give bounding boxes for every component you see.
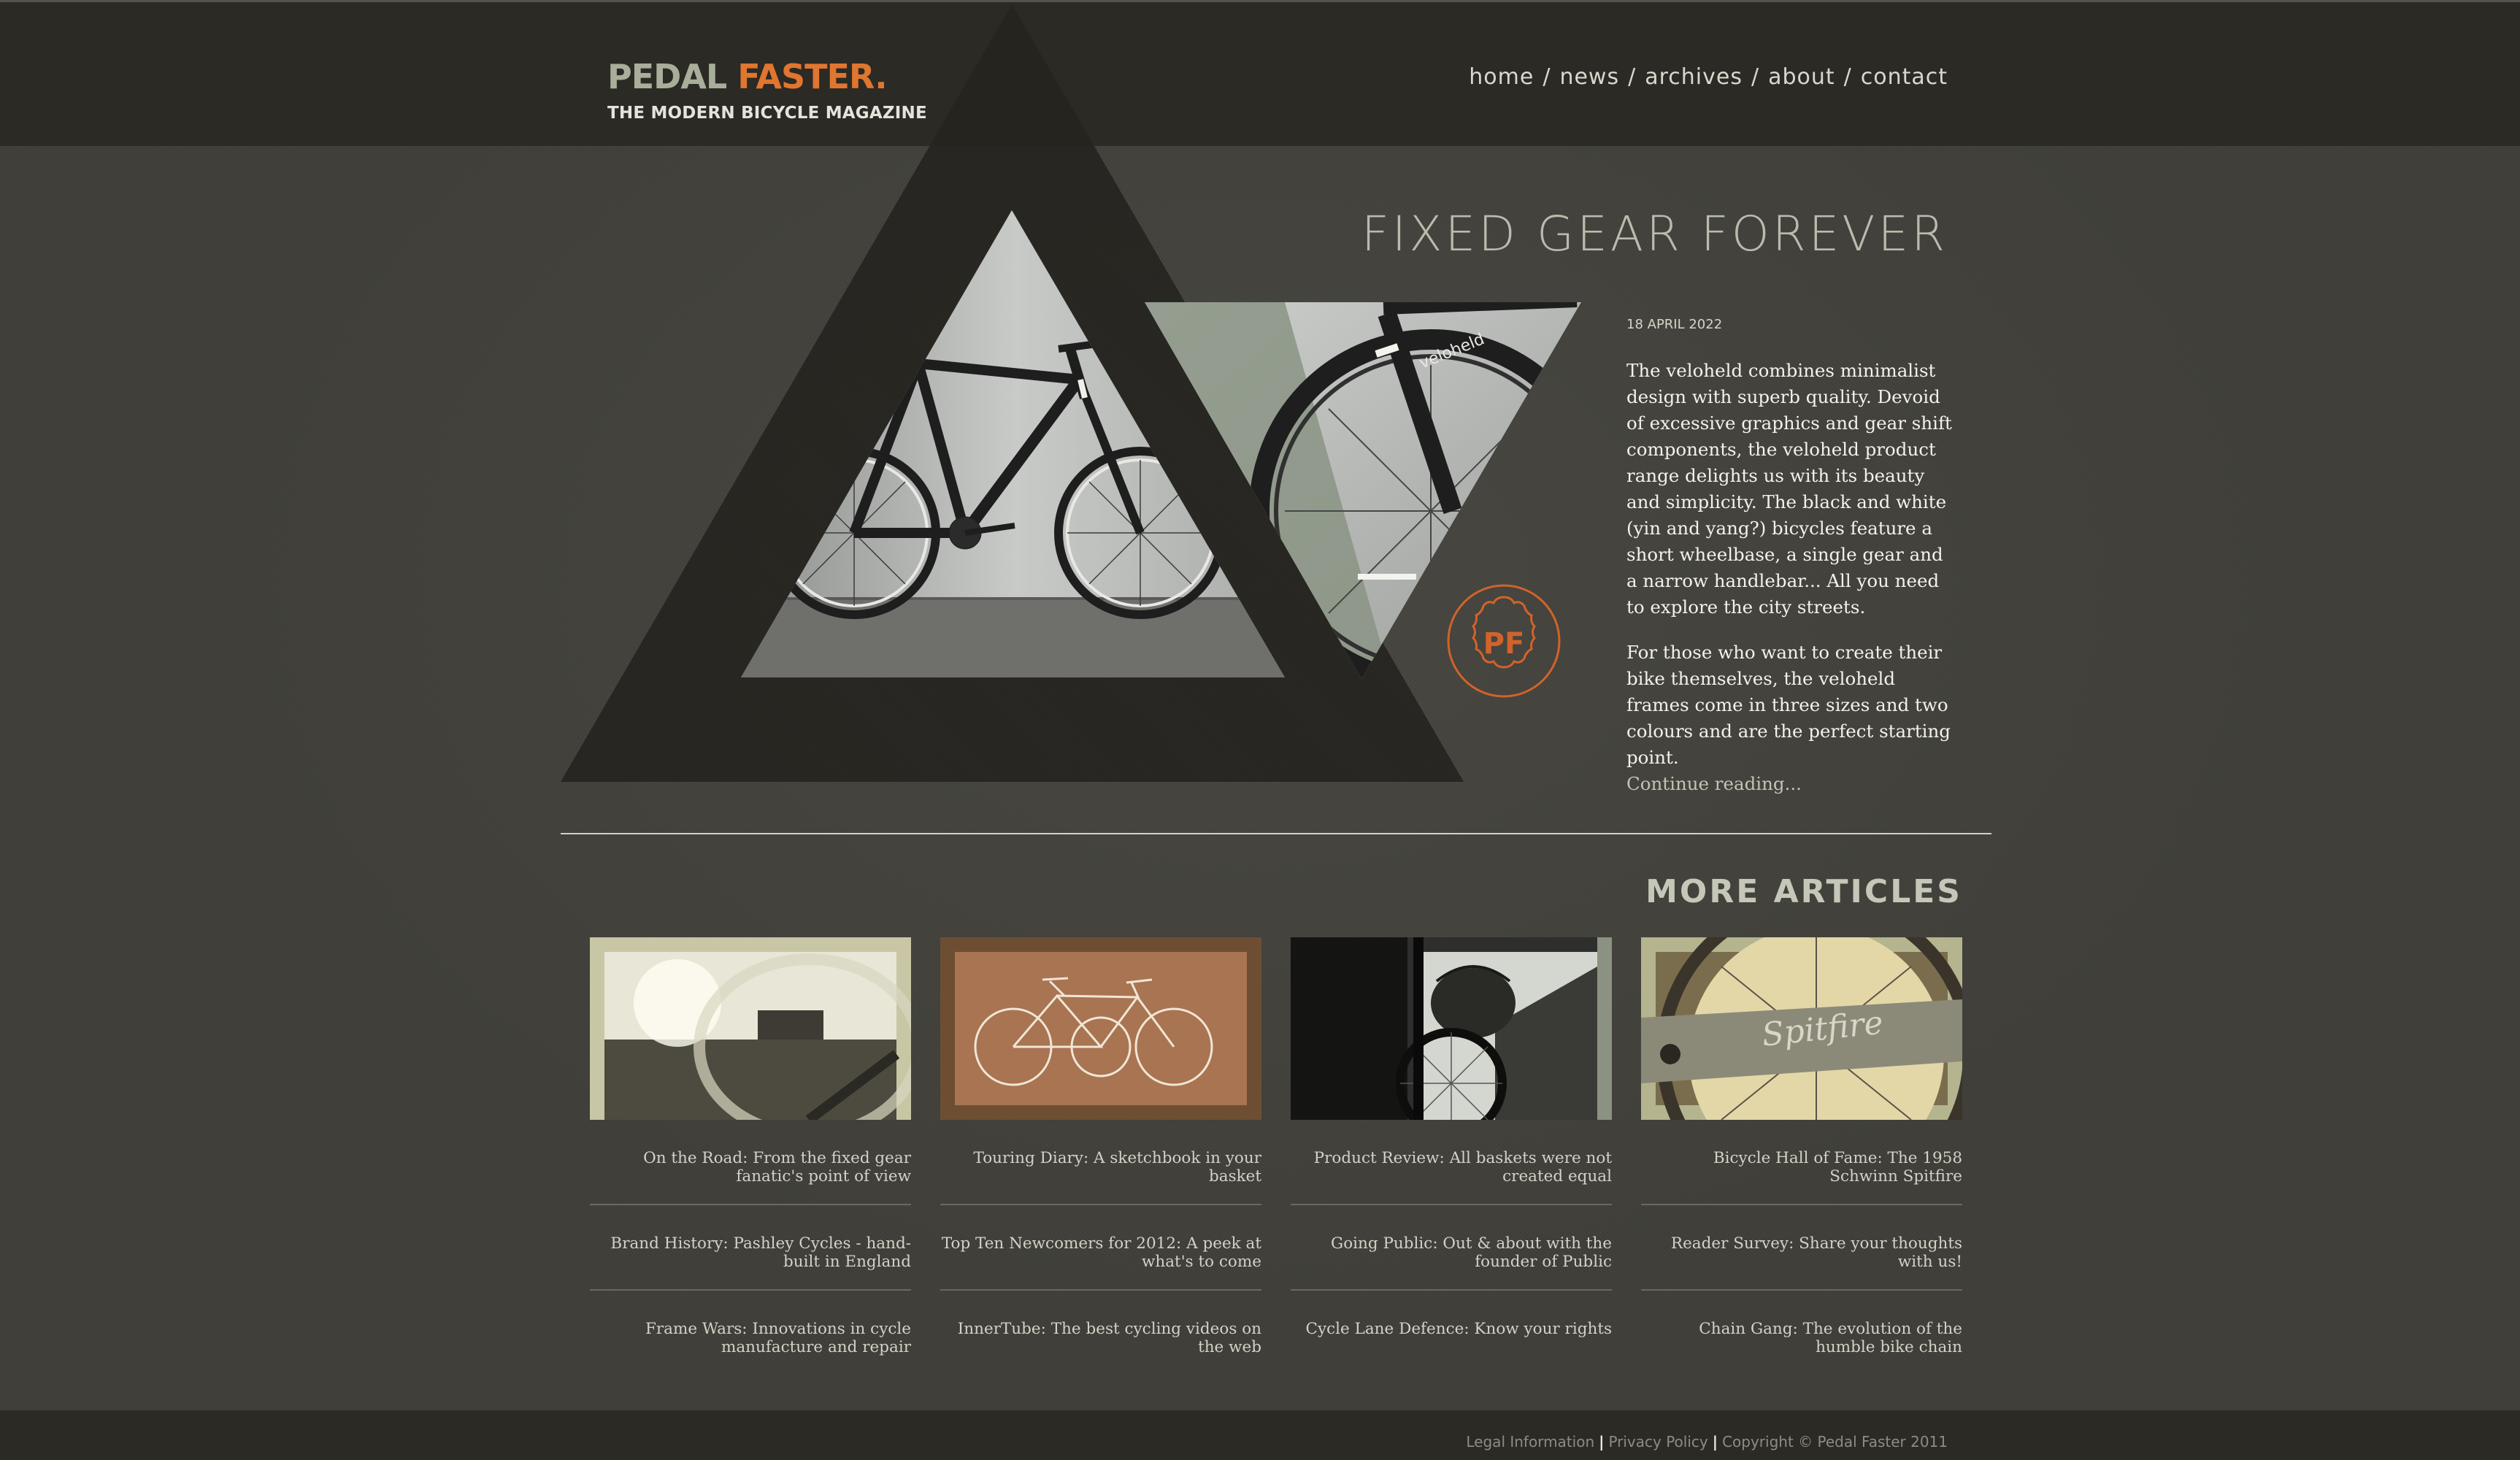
road-mirror-photo-thumbnail[interactable] [590,937,911,1120]
article-column-2: Touring Diary: A sketchbook in your bask… [940,937,1261,1376]
nav-separator: / [1751,64,1760,90]
article-link[interactable]: Frame Wars: Innovations in cycle manufac… [590,1291,911,1376]
article-link[interactable]: Reader Survey: Share your thoughts with … [1641,1205,1962,1291]
feature-paragraph-2: For those who want to create their bike … [1626,642,1951,768]
footer-links: Legal Information | Privacy Policy | Copyrig… [1466,1433,1948,1451]
feature-title[interactable]: FIXED GEAR FOREVER [1361,206,1948,262]
article-column-4: Spitfire Bicycle Hall of Fame: The 1958 … [1641,937,1962,1376]
article-link[interactable]: Touring Diary: A sketchbook in your bask… [940,1149,1261,1205]
feature-body: The veloheld combines minimalist design … [1626,358,1955,797]
main-navigation: home / news / archives / about / contact [1469,64,1948,90]
nav-home[interactable]: home [1469,64,1534,90]
article-link[interactable]: Product Review: All baskets were not cre… [1291,1149,1612,1205]
privacy-policy-link[interactable]: Privacy Policy [1608,1433,1707,1451]
article-column-1: On the Road: From the fixed gear fanatic… [590,937,911,1376]
article-link[interactable]: Cycle Lane Defence: Know your rights [1291,1291,1612,1376]
more-articles-heading: MORE ARTICLES [1645,873,1962,910]
article-column-3: Product Review: All baskets were not cre… [1291,937,1612,1376]
footer-separator: | [1712,1433,1718,1451]
footer-separator: | [1599,1433,1605,1451]
bicycle-basket-thumbnail[interactable] [1291,937,1612,1120]
bicycle-sketch-thumbnail[interactable] [940,937,1261,1120]
article-link[interactable]: InnerTube: The best cycling videos on th… [940,1291,1261,1376]
article-list: On the Road: From the fixed gear fanatic… [590,1149,911,1376]
badge-text: PF [1483,627,1525,661]
article-link[interactable]: Brand History: Pashley Cycles - hand-bui… [590,1205,911,1291]
logo-wordmark: PEDAL FASTER. [607,60,927,93]
article-list: Touring Diary: A sketchbook in your bask… [940,1149,1261,1376]
article-list: Product Review: All baskets were not cre… [1291,1149,1612,1376]
schwinn-spitfire-thumbnail[interactable]: Spitfire [1641,937,1962,1120]
section-divider [561,833,1991,834]
site-logo[interactable]: PEDAL FASTER. THE MODERN BICYCLE MAGAZIN… [607,60,927,123]
article-link[interactable]: Chain Gang: The evolution of the humble … [1641,1291,1962,1376]
article-link[interactable]: Going Public: Out & about with the found… [1291,1205,1612,1291]
nav-archives[interactable]: archives [1645,64,1743,90]
copyright-text: Copyright © Pedal Faster 2011 [1722,1433,1948,1451]
nav-about[interactable]: about [1768,64,1835,90]
article-link[interactable]: On the Road: From the fixed gear fanatic… [590,1149,911,1205]
nav-news[interactable]: news [1559,64,1619,90]
feature-date: 18 APRIL 2022 [1626,317,1723,332]
legal-information-link[interactable]: Legal Information [1466,1433,1594,1451]
continue-reading-link[interactable]: Continue reading... [1626,771,1955,797]
pf-badge-icon: PF [1447,584,1561,698]
article-list: Bicycle Hall of Fame: The 1958 Schwinn S… [1641,1149,1962,1376]
feature-paragraph-1: The veloheld combines minimalist design … [1626,360,1952,618]
logo-word-pedal: PEDAL [607,57,727,96]
nav-separator: / [1543,64,1551,90]
site-tagline: THE MODERN BICYCLE MAGAZINE [607,104,927,123]
nav-contact[interactable]: contact [1861,64,1948,90]
article-link[interactable]: Bicycle Hall of Fame: The 1958 Schwinn S… [1641,1149,1962,1205]
article-link[interactable]: Top Ten Newcomers for 2012: A peek at wh… [940,1205,1261,1291]
nav-separator: / [1628,64,1637,90]
nav-separator: / [1843,64,1852,90]
logo-word-faster: FASTER. [737,57,887,96]
